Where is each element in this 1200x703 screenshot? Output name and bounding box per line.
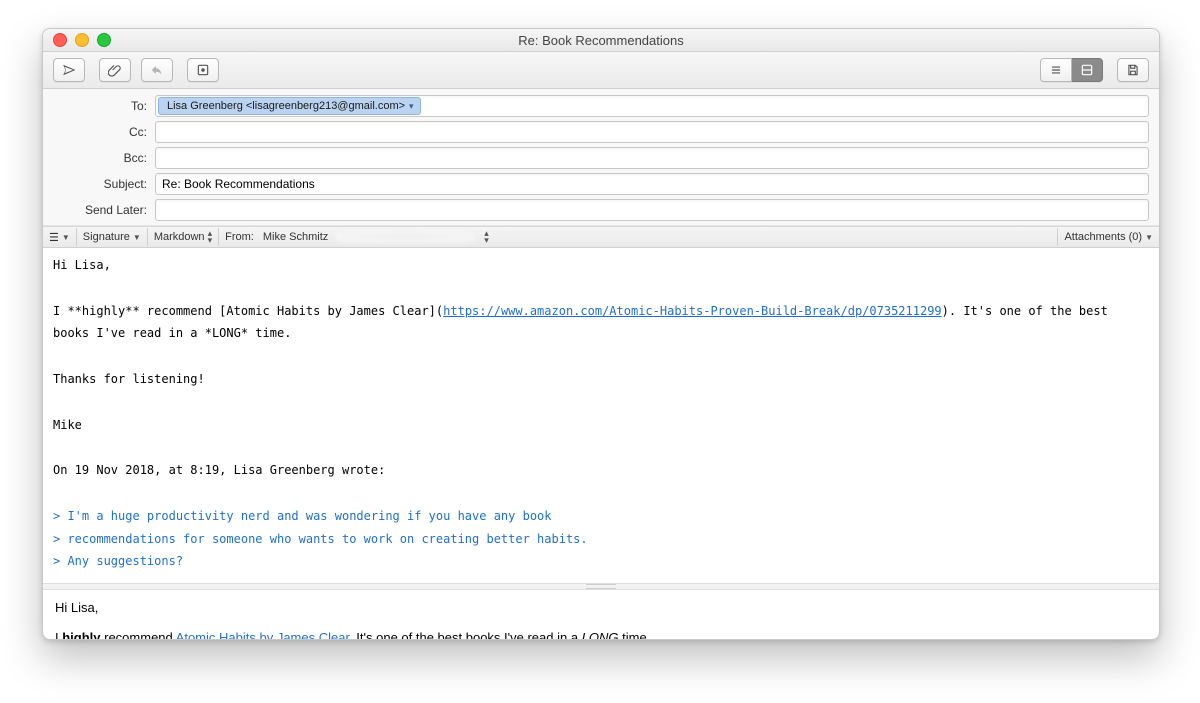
preview-button[interactable] (187, 58, 219, 82)
save-icon (1126, 63, 1140, 77)
to-field[interactable]: Lisa Greenberg <lisagreenberg213@gmail.c… (155, 95, 1149, 117)
attachment-button[interactable] (99, 58, 131, 82)
raw-line: Mike (53, 418, 82, 432)
raw-line: Hi Lisa, (53, 258, 111, 272)
from-address-obscured (335, 231, 475, 243)
send-button[interactable] (53, 58, 85, 82)
view-headers-button[interactable] (1040, 58, 1072, 82)
attachments-label: Attachments (0) (1064, 231, 1142, 243)
raw-line: I **highly** recommend [Atomic Habits by… (53, 304, 443, 318)
rendered-preview-pane: Hi Lisa, I highly recommend Atomic Habit… (43, 590, 1159, 639)
format-label: Markdown (154, 231, 205, 243)
subject-label: Subject: (53, 177, 155, 191)
format-dropdown[interactable]: Markdown ▴▾ (148, 228, 219, 246)
chevron-down-icon: ▼ (62, 233, 70, 242)
titlebar: Re: Book Recommendations (43, 29, 1159, 52)
bold-text: highly (62, 630, 100, 639)
bcc-label: Bcc: (53, 151, 155, 165)
grip-icon (586, 584, 616, 589)
send-later-field[interactable] (155, 199, 1149, 221)
recipient-chip[interactable]: Lisa Greenberg <lisagreenberg213@gmail.c… (158, 97, 421, 115)
main-toolbar (43, 52, 1159, 89)
preview-line: Hi Lisa, (55, 598, 1147, 618)
list-icon (1049, 63, 1063, 77)
from-value: Mike Schmitz (263, 231, 328, 243)
compose-window: Re: Book Recommendations (42, 28, 1160, 640)
to-label: To: (53, 99, 155, 113)
preview-line: I highly recommend Atomic Habits by Jame… (55, 628, 1147, 639)
from-label: From: (225, 231, 254, 243)
view-preview-button[interactable] (1072, 58, 1103, 82)
paperclip-icon (108, 63, 122, 77)
raw-url: https://www.amazon.com/Atomic-Habits-Pro… (443, 304, 942, 318)
cc-field[interactable] (155, 121, 1149, 143)
book-link[interactable]: Atomic Habits by James Clear (176, 630, 349, 639)
paper-plane-icon (62, 63, 76, 77)
stepper-icon: ▴▾ (208, 230, 213, 244)
attachments-dropdown[interactable]: Attachments (0) ▼ (1058, 228, 1159, 246)
list-format-button[interactable]: ☰▼ (43, 228, 77, 246)
preview-icon (196, 63, 210, 77)
view-mode-segment (1040, 58, 1103, 82)
window-title: Re: Book Recommendations (43, 33, 1159, 48)
reply-button[interactable] (141, 58, 173, 82)
list-icon: ☰ (49, 231, 59, 244)
chevron-down-icon: ▼ (133, 233, 141, 242)
raw-quote-line: > Any suggestions? (53, 554, 183, 568)
save-draft-button[interactable] (1117, 58, 1149, 82)
chevron-down-icon: ▾ (409, 101, 414, 112)
raw-line: Thanks for listening! (53, 372, 205, 386)
subject-field[interactable]: Re: Book Recommendations (155, 173, 1149, 195)
raw-quote-line: > recommendations for someone who wants … (53, 532, 588, 546)
send-later-label: Send Later: (53, 203, 155, 217)
recipient-chip-text: Lisa Greenberg <lisagreenberg213@gmail.c… (167, 100, 405, 112)
chevron-down-icon: ▼ (1145, 233, 1153, 242)
raw-quote-line: > I'm a huge productivity nerd and was w… (53, 509, 552, 523)
pane-splitter[interactable] (43, 583, 1159, 590)
zoom-window-button[interactable] (97, 33, 111, 47)
bcc-field[interactable] (155, 147, 1149, 169)
split-view-icon (1080, 63, 1094, 77)
message-headers: To: Lisa Greenberg <lisagreenberg213@gma… (43, 89, 1159, 226)
raw-line: On 19 Nov 2018, at 8:19, Lisa Greenberg … (53, 463, 385, 477)
close-window-button[interactable] (53, 33, 67, 47)
markdown-source-pane[interactable]: Hi Lisa, I **highly** recommend [Atomic … (43, 248, 1159, 583)
subject-value: Re: Book Recommendations (162, 177, 315, 191)
stepper-icon: ▴▾ (484, 230, 489, 244)
from-dropdown[interactable]: From: Mike Schmitz ▴▾ (219, 228, 1058, 246)
signature-dropdown[interactable]: Signature ▼ (77, 228, 148, 246)
minimize-window-button[interactable] (75, 33, 89, 47)
editor-toolbar: ☰▼ Signature ▼ Markdown ▴▾ From: Mike Sc… (43, 226, 1159, 248)
cc-label: Cc: (53, 125, 155, 139)
editor-body: Hi Lisa, I **highly** recommend [Atomic … (43, 248, 1159, 639)
reply-arrow-icon (150, 63, 164, 77)
italic-text: LONG (582, 630, 619, 639)
signature-label: Signature (83, 231, 130, 243)
